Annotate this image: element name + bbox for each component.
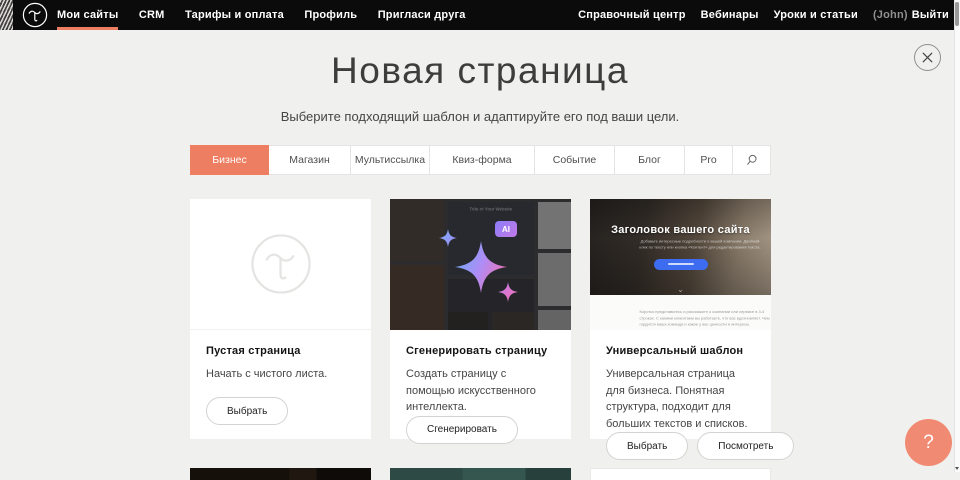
search-icon bbox=[746, 154, 758, 166]
next-template-row bbox=[190, 468, 771, 480]
card-universal-body: Универсальный шаблон Универсальная стран… bbox=[590, 330, 771, 474]
tab-business[interactable]: Бизнес bbox=[190, 145, 269, 175]
preview-cta-button bbox=[654, 259, 708, 270]
new-page-modal: Новая страница Выберите подходящий шабло… bbox=[0, 0, 960, 480]
preview-hero-subtitle: Добавьте интересные подробности о вашей … bbox=[637, 239, 762, 251]
blank-page-preview bbox=[190, 199, 371, 330]
card-title: Универсальный шаблон bbox=[606, 345, 755, 357]
card-ai-body: Сгенерировать страницу Создать страницу … bbox=[390, 330, 571, 458]
tab-pro[interactable]: Pro bbox=[685, 145, 733, 175]
page-title: Новая страница bbox=[0, 50, 960, 92]
top-nav: Мои сайты CRM Тарифы и оплата Профиль Пр… bbox=[0, 0, 960, 30]
card-description: Универсальная страница для бизнеса. Поня… bbox=[606, 366, 755, 432]
desktop-edge-pattern bbox=[0, 0, 13, 30]
card-title: Пустая страница bbox=[206, 345, 355, 357]
tilda-logo-watermark-icon bbox=[249, 232, 313, 296]
ai-preview: Title of Your Website bbox=[390, 199, 571, 330]
nav-profile[interactable]: Профиль bbox=[304, 0, 357, 30]
card-blank-body: Пустая страница Начать с чистого листа. … bbox=[190, 330, 371, 439]
card-partial[interactable] bbox=[390, 468, 571, 480]
card-description: Создать страницу с помощью искусственног… bbox=[406, 366, 555, 416]
preview-universal-button[interactable]: Посмотреть bbox=[697, 432, 794, 460]
tab-multilink[interactable]: Мультиссылка bbox=[351, 145, 430, 175]
card-partial[interactable] bbox=[590, 468, 771, 480]
generate-button[interactable]: Сгенерировать bbox=[406, 416, 518, 444]
nav-help-center[interactable]: Справочный центр bbox=[578, 0, 686, 30]
preview-body-text: Коротко представьтесь и расскажите о ком… bbox=[639, 309, 770, 328]
card-partial[interactable] bbox=[190, 468, 371, 480]
help-button[interactable]: ? bbox=[905, 419, 952, 466]
logout-label: Выйти bbox=[912, 9, 949, 21]
ai-sparkle-icon bbox=[423, 207, 539, 319]
card-description: Начать с чистого листа. bbox=[206, 366, 355, 383]
ai-badge: AI bbox=[495, 221, 517, 237]
template-category-tabs: Бизнес Магазин Мультиссылка Квиз-форма С… bbox=[190, 145, 771, 175]
nav-invite-friend[interactable]: Пригласи друга bbox=[378, 0, 466, 30]
page-subtitle: Выберите подходящий шаблон и адаптируйте… bbox=[0, 109, 960, 124]
preview-hero-title: Заголовок вашего сайта bbox=[590, 199, 771, 236]
tilda-logo[interactable] bbox=[22, 2, 48, 28]
tab-event[interactable]: Событие bbox=[535, 145, 615, 175]
preview-hero: Заголовок вашего сайта Добавьте интересн… bbox=[590, 199, 771, 295]
close-button[interactable] bbox=[914, 44, 941, 71]
nav-tariffs[interactable]: Тарифы и оплата bbox=[185, 0, 284, 30]
scrollbar-thumb[interactable] bbox=[955, 2, 959, 26]
universal-template-preview: Заголовок вашего сайта Добавьте интересн… bbox=[590, 199, 771, 330]
chevron-down-icon: ⌄ bbox=[677, 285, 684, 294]
user-name: (John) bbox=[873, 9, 908, 21]
nav-right: Справочный центр Вебинары Уроки и статьи… bbox=[563, 0, 949, 30]
nav-crm[interactable]: CRM bbox=[139, 0, 165, 30]
card-title: Сгенерировать страницу bbox=[406, 345, 555, 357]
card-blank-page[interactable]: Пустая страница Начать с чистого листа. … bbox=[190, 199, 371, 439]
choose-universal-button[interactable]: Выбрать bbox=[606, 432, 688, 460]
tab-blog[interactable]: Блог bbox=[615, 145, 685, 175]
nav-lessons[interactable]: Уроки и статьи bbox=[774, 0, 858, 30]
nav-my-sites[interactable]: Мои сайты bbox=[57, 0, 118, 30]
choose-blank-button[interactable]: Выбрать bbox=[206, 397, 288, 425]
scrollbar[interactable] bbox=[954, 0, 960, 472]
card-ai-generate[interactable]: Title of Your Website bbox=[390, 199, 571, 439]
nav-logout[interactable]: (John) Выйти bbox=[873, 0, 949, 30]
nav-left: Мои сайты CRM Тарифы и оплата Профиль Пр… bbox=[57, 0, 482, 30]
help-label: ? bbox=[923, 432, 934, 454]
search-tab[interactable] bbox=[733, 145, 771, 175]
tab-quiz-form[interactable]: Квиз-форма bbox=[430, 145, 535, 175]
card-universal-template[interactable]: Заголовок вашего сайта Добавьте интересн… bbox=[590, 199, 771, 439]
tab-shop[interactable]: Магазин bbox=[269, 145, 351, 175]
nav-webinars[interactable]: Вебинары bbox=[701, 0, 759, 30]
scrollbar-down-arrow[interactable] bbox=[955, 467, 959, 470]
close-icon bbox=[922, 52, 933, 63]
template-cards: Пустая страница Начать с чистого листа. … bbox=[190, 199, 771, 439]
